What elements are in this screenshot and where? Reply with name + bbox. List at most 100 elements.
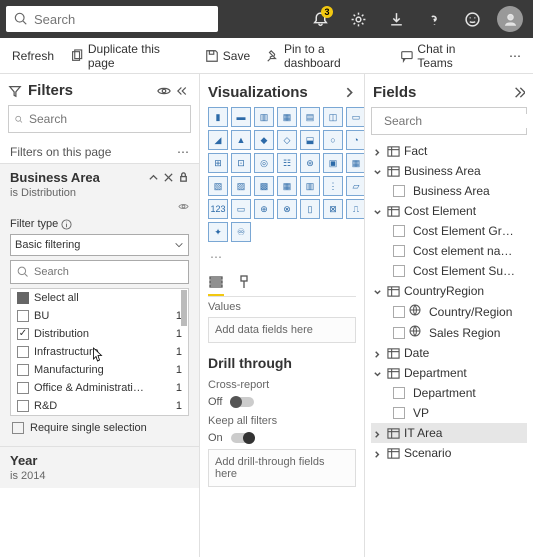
viz-type-icon[interactable]: ◔ [346, 130, 365, 150]
drill-dropzone[interactable]: Add drill-through fields here [208, 449, 356, 487]
viz-type-icon[interactable]: 123 [208, 199, 228, 219]
keep-filters-toggle[interactable] [231, 433, 255, 443]
filter-option[interactable]: Distribution1 [11, 325, 188, 343]
require-single-checkbox[interactable] [12, 422, 24, 434]
viz-type-icon[interactable]: ▥ [254, 107, 274, 127]
filter-option[interactable]: Infrastructure1 [11, 343, 188, 361]
viz-type-icon[interactable]: ▨ [231, 176, 251, 196]
filter-card-year[interactable]: Year is 2014 [0, 446, 199, 488]
table-row[interactable]: CountryRegion [371, 281, 527, 301]
filter-values-search-input[interactable] [34, 266, 182, 278]
download-button[interactable] [379, 2, 413, 36]
fields-search[interactable] [371, 107, 527, 135]
field-row[interactable]: Cost Element Su… [371, 261, 527, 281]
lock-filter-icon[interactable] [178, 172, 189, 183]
viz-type-icon[interactable]: ⋮ [323, 176, 343, 196]
viz-type-icon[interactable]: ▬ [231, 107, 251, 127]
field-row[interactable]: Department [371, 383, 527, 403]
viz-type-icon[interactable]: ▦ [277, 107, 297, 127]
preview-icon[interactable] [157, 84, 171, 98]
viz-type-icon[interactable]: ▱ [346, 176, 365, 196]
checkbox[interactable] [17, 310, 29, 322]
table-row[interactable]: IT Area [371, 423, 527, 443]
pin-button[interactable]: Pin to a dashboard [260, 38, 389, 74]
field-checkbox[interactable] [393, 387, 405, 399]
expand-icon[interactable] [343, 86, 356, 99]
filter-type-select[interactable]: Basic filtering [10, 234, 189, 256]
viz-type-icon[interactable]: ⊛ [300, 153, 320, 173]
viz-type-icon[interactable]: ▦ [346, 153, 365, 173]
viz-type-icon[interactable]: ◢ [208, 130, 228, 150]
viz-type-icon[interactable]: ▦ [277, 176, 297, 196]
filters-page-more[interactable]: ⋯ [177, 145, 189, 159]
field-row[interactable]: Country/Region [371, 301, 527, 322]
checkbox[interactable] [17, 400, 29, 412]
save-button[interactable]: Save [199, 45, 256, 67]
collapse-icon[interactable] [177, 84, 191, 98]
cross-report-toggle[interactable] [230, 397, 254, 407]
filter-option[interactable]: Office & Administrati…1 [11, 379, 188, 397]
account-button[interactable] [493, 2, 527, 36]
viz-type-icon[interactable]: ⊡ [231, 153, 251, 173]
notifications-button[interactable]: 3 [303, 2, 337, 36]
viz-type-icon[interactable]: ☷ [277, 153, 297, 173]
feedback-button[interactable] [455, 2, 489, 36]
filter-option[interactable]: Select all [11, 289, 188, 307]
field-row[interactable]: Cost Element Gr… [371, 221, 527, 241]
expand-icon[interactable] [510, 85, 525, 100]
clear-filter-icon[interactable] [163, 172, 174, 183]
checkbox[interactable] [17, 382, 29, 394]
viz-type-icon[interactable]: ◎ [254, 153, 274, 173]
viz-type-icon[interactable]: ⊠ [323, 199, 343, 219]
viz-type-icon[interactable]: ⊞ [208, 153, 228, 173]
checkbox[interactable] [17, 346, 29, 358]
field-row[interactable]: Cost element na… [371, 241, 527, 261]
viz-type-icon[interactable]: ▭ [346, 107, 365, 127]
viz-type-icon[interactable]: ◆ [254, 130, 274, 150]
fields-search-input[interactable] [384, 114, 533, 128]
viz-type-icon[interactable]: ▩ [254, 176, 274, 196]
filters-search[interactable] [8, 105, 191, 133]
viz-type-icon[interactable]: ▧ [208, 176, 228, 196]
field-checkbox[interactable] [393, 245, 405, 257]
chevron-right-icon[interactable] [373, 348, 383, 358]
filter-option[interactable]: R&D1 [11, 397, 188, 415]
viz-more[interactable]: ⋯ [208, 248, 356, 272]
info-icon[interactable] [61, 219, 72, 230]
viz-type-icon[interactable]: ▭ [231, 199, 251, 219]
chevron-down-icon[interactable] [373, 206, 383, 216]
table-row[interactable]: Scenario [371, 443, 527, 463]
chevron-down-icon[interactable] [373, 286, 383, 296]
viz-type-icon[interactable]: ⊗ [277, 199, 297, 219]
viz-type-icon[interactable]: ◫ [323, 107, 343, 127]
chevron-down-icon[interactable] [373, 166, 383, 176]
chevron-right-icon[interactable] [373, 146, 383, 156]
field-checkbox[interactable] [393, 306, 405, 318]
field-row[interactable]: Business Area [371, 181, 527, 201]
field-checkbox[interactable] [393, 185, 405, 197]
field-checkbox[interactable] [393, 265, 405, 277]
filters-search-input[interactable] [29, 112, 184, 126]
chevron-right-icon[interactable] [373, 428, 383, 438]
format-tab[interactable] [236, 274, 252, 296]
viz-type-icon[interactable]: ♾ [231, 222, 251, 242]
hide-filter-icon[interactable] [178, 201, 189, 212]
global-search[interactable] [6, 6, 218, 32]
table-row[interactable]: Department [371, 363, 527, 383]
more-actions-button[interactable]: ⋯ [503, 45, 527, 67]
collapse-card-icon[interactable] [148, 172, 159, 183]
chevron-down-icon[interactable] [373, 368, 383, 378]
checkbox[interactable] [17, 292, 29, 304]
filter-option[interactable]: BU1 [11, 307, 188, 325]
viz-type-icon[interactable]: ⎍ [346, 199, 365, 219]
field-checkbox[interactable] [393, 407, 405, 419]
viz-type-icon[interactable]: ○ [323, 130, 343, 150]
viz-type-icon[interactable]: ▤ [300, 107, 320, 127]
field-checkbox[interactable] [393, 327, 405, 339]
viz-type-icon[interactable]: ✦ [208, 222, 228, 242]
refresh-button[interactable]: Refresh [6, 45, 60, 67]
viz-type-icon[interactable]: ⊕ [254, 199, 274, 219]
table-row[interactable]: Cost Element [371, 201, 527, 221]
checkbox[interactable] [17, 328, 29, 340]
scrollbar[interactable] [181, 290, 187, 326]
